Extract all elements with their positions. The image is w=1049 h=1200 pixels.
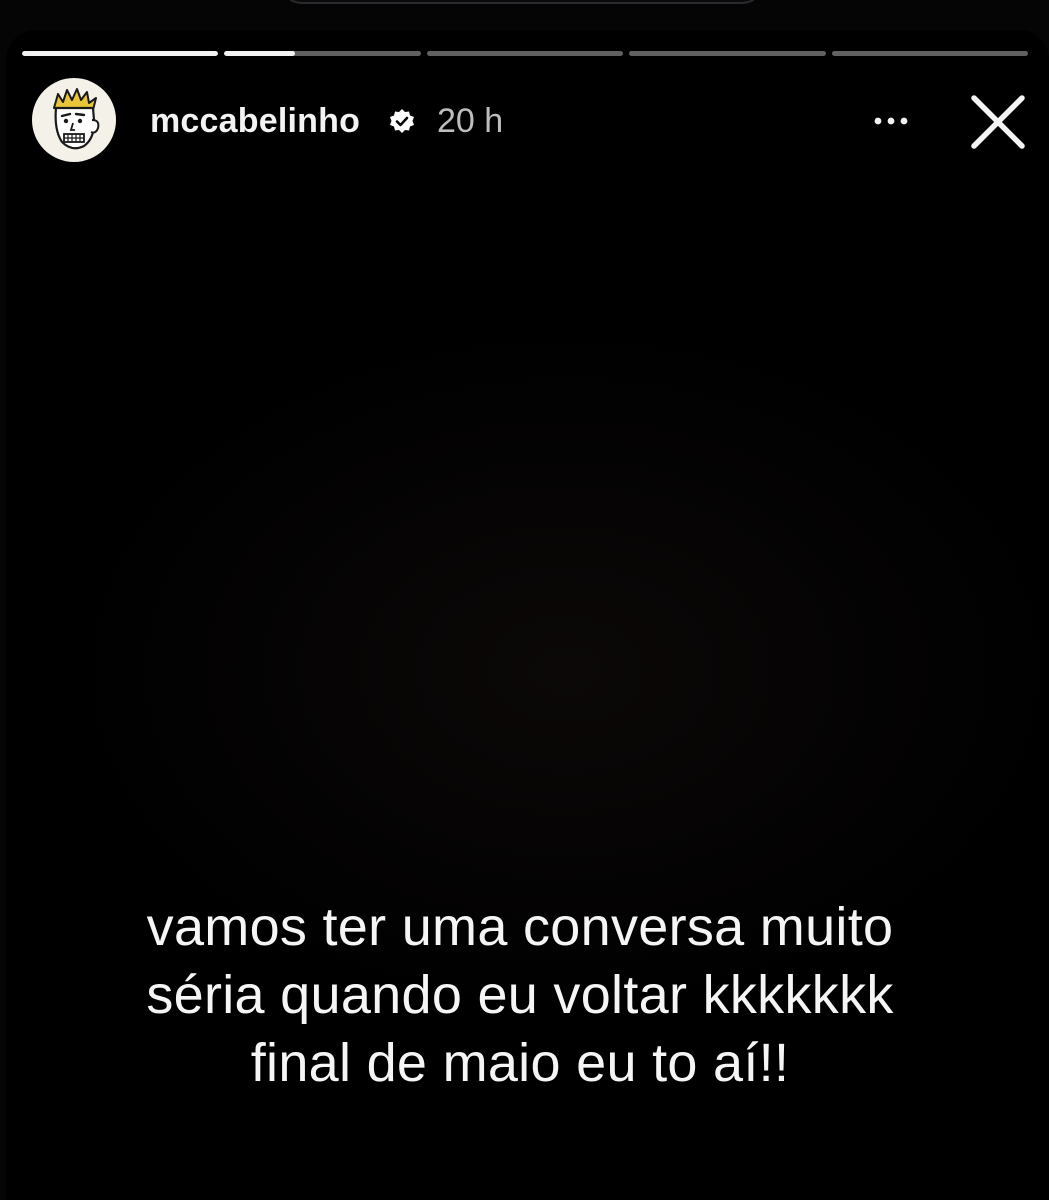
- story-progress-bar: [22, 51, 1029, 56]
- progress-fill: [22, 51, 219, 56]
- caption-line: final de maio eu to aí!!: [250, 1033, 790, 1093]
- more-options-button[interactable]: [866, 106, 916, 136]
- cartoon-avatar-icon: [53, 88, 100, 150]
- story-screen: mccabelinho 20 h vamos ter uma conversa …: [0, 0, 1049, 1200]
- progress-segment: [629, 51, 826, 56]
- avatar[interactable]: [32, 78, 116, 162]
- caption-line: séria quando eu voltar kkkkkkk: [146, 965, 894, 1025]
- posted-time: 20 h: [437, 102, 504, 140]
- caption-line: vamos ter uma conversa muito: [146, 897, 894, 957]
- close-icon: [971, 95, 1025, 149]
- story-header: mccabelinho 20 h: [32, 78, 1032, 164]
- verified-badge-icon: [390, 109, 414, 133]
- more-options-icon: [874, 117, 908, 125]
- progress-segment: [831, 51, 1029, 56]
- username[interactable]: mccabelinho: [150, 102, 360, 141]
- progress-segment: [224, 51, 421, 56]
- progress-segment: [426, 51, 624, 56]
- device-notch: [280, 0, 764, 4]
- close-button[interactable]: [968, 92, 1028, 152]
- progress-fill: [224, 51, 296, 56]
- story-caption: vamos ter uma conversa muito séria quand…: [40, 893, 1000, 1097]
- progress-segment: [22, 51, 219, 56]
